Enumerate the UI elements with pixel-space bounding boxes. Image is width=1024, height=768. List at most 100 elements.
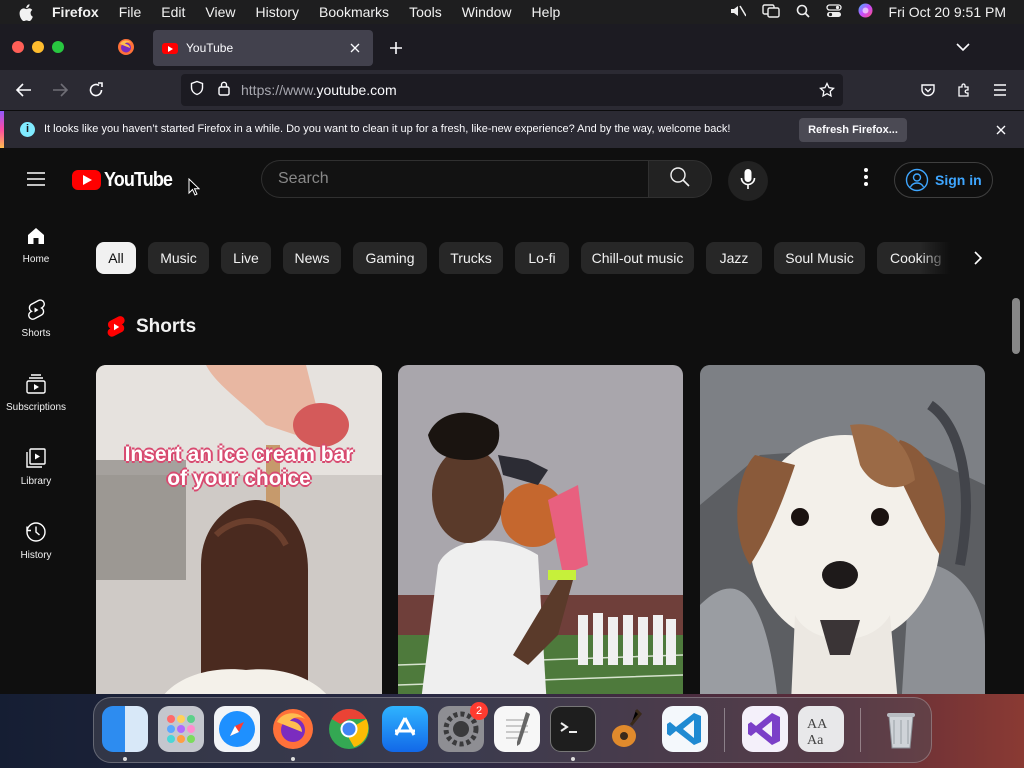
window-zoom-button[interactable] [52, 41, 64, 53]
dock-running-indicator [571, 757, 575, 761]
apple-menu-icon[interactable] [16, 2, 36, 22]
history-icon [24, 520, 48, 544]
tab-close-icon[interactable] [345, 38, 365, 58]
menu-file[interactable]: File [109, 0, 152, 24]
control-center-icon[interactable] [825, 3, 842, 21]
siri-icon[interactable] [858, 3, 873, 21]
chip-soul-music[interactable]: Soul Music [774, 242, 865, 274]
settings-more-button[interactable] [854, 167, 878, 191]
menubar-clock[interactable]: Fri Oct 20 9:51 PM [889, 4, 1006, 20]
dock-garageband-icon[interactable] [606, 706, 652, 752]
dock-launchpad-icon[interactable] [158, 706, 204, 752]
voice-search-button[interactable] [728, 161, 768, 201]
page-scrollbar[interactable] [1008, 148, 1024, 694]
dock-safari-icon[interactable] [214, 706, 260, 752]
dock-trash-icon[interactable] [878, 706, 924, 752]
home-icon [24, 224, 48, 248]
search-input[interactable] [262, 161, 648, 197]
chip-chill-out-music[interactable]: Chill-out music [581, 242, 694, 274]
screen: Firefox File Edit View History Bookmarks… [0, 0, 1024, 768]
chip-lofi[interactable]: Lo-fi [515, 242, 569, 274]
extensions-puzzle-icon[interactable] [954, 80, 974, 100]
app-menu-hamburger-icon[interactable] [990, 80, 1010, 100]
dock-firefox-icon[interactable] [270, 706, 316, 752]
list-all-tabs-chevron-icon[interactable] [954, 39, 972, 55]
dock-visual-studio-icon[interactable] [742, 706, 788, 752]
dock-vscode-icon[interactable] [662, 706, 708, 752]
lock-icon[interactable] [217, 80, 231, 101]
mute-icon[interactable] [730, 4, 747, 21]
sidebar-item-label: Shorts [21, 328, 51, 339]
shorts-logo-icon [106, 315, 126, 339]
dock-terminal-icon[interactable] [550, 706, 596, 752]
sidebar-item-shorts[interactable]: Shorts [0, 284, 72, 358]
dock-finder-icon[interactable] [102, 706, 148, 752]
menu-help[interactable]: Help [522, 0, 571, 24]
dock-font-book-icon[interactable]: AA Aa [798, 706, 844, 752]
reload-icon[interactable] [86, 80, 106, 100]
notification-close-icon[interactable] [994, 123, 1008, 137]
short-video-thumbnail[interactable]: Insert an ice cream bar of your choice [96, 365, 382, 694]
guide-menu-icon[interactable] [24, 167, 48, 191]
sign-in-label: Sign in [935, 172, 982, 188]
svg-text:AA: AA [807, 717, 828, 732]
youtube-play-logo-icon [72, 170, 101, 190]
back-arrow-icon[interactable] [14, 80, 34, 100]
chip-bar: All Music Live News Gaming Trucks Lo-fi … [96, 242, 996, 276]
url-text[interactable]: https://www.youtube.com [241, 82, 397, 98]
forward-arrow-icon[interactable] [50, 80, 70, 100]
bookmark-star-icon[interactable] [819, 81, 835, 103]
search-icon [669, 166, 691, 193]
menu-tools[interactable]: Tools [399, 0, 452, 24]
refresh-firefox-button[interactable]: Refresh Firefox... [799, 118, 907, 142]
dock-chrome-icon[interactable] [326, 706, 372, 752]
menu-view[interactable]: View [195, 0, 245, 24]
macos-menubar: Firefox File Edit View History Bookmarks… [0, 0, 1024, 24]
scrollbar-thumb[interactable] [1012, 298, 1020, 354]
youtube-logo[interactable]: YouTube [72, 168, 180, 192]
new-tab-icon[interactable] [386, 38, 406, 58]
chip-news[interactable]: News [283, 242, 341, 274]
sign-in-button[interactable]: Sign in [894, 162, 993, 198]
sidebar-item-label: Subscriptions [5, 402, 67, 413]
chip-gaming[interactable]: Gaming [353, 242, 427, 274]
dock-textedit-icon[interactable] [494, 706, 540, 752]
sidebar-item-home[interactable]: Home [0, 210, 72, 284]
youtube-masthead: YouTube Search Sign in [0, 148, 1024, 210]
short-video-thumbnail[interactable] [398, 365, 683, 694]
chip-all[interactable]: All [96, 242, 136, 274]
sidebar-item-library[interactable]: Library [0, 432, 72, 506]
pocket-icon[interactable] [918, 80, 938, 100]
spotlight-search-icon[interactable] [796, 4, 810, 21]
chip-next-chevron-icon[interactable] [966, 246, 990, 270]
navigation-toolbar: https://www.youtube.com [0, 70, 1024, 110]
sidebar-item-subscriptions[interactable]: Subscriptions [0, 358, 72, 432]
menu-history[interactable]: History [245, 0, 309, 24]
tracking-protection-shield-icon[interactable] [189, 80, 205, 101]
chip-live[interactable]: Live [221, 242, 271, 274]
dock-running-indicator [123, 757, 127, 761]
window-minimize-button[interactable] [32, 41, 44, 53]
shorts-shelf-title: Shorts [136, 316, 197, 337]
subscriptions-icon [24, 372, 48, 396]
menu-edit[interactable]: Edit [151, 0, 195, 24]
sidebar-item-label: History [20, 550, 52, 561]
address-bar[interactable]: https://www.youtube.com [181, 74, 843, 106]
menu-app-name[interactable]: Firefox [50, 0, 109, 24]
short-overlay-caption: Insert an ice cream bar of your choice [124, 443, 354, 490]
window-close-button[interactable] [12, 41, 24, 53]
firefox-view-icon[interactable] [117, 38, 135, 56]
chip-jazz[interactable]: Jazz [706, 242, 762, 274]
sidebar-item-history[interactable]: History [0, 506, 72, 580]
short-video-thumbnail[interactable] [700, 365, 985, 694]
menu-window[interactable]: Window [452, 0, 522, 24]
tab-youtube[interactable]: YouTube [153, 30, 373, 66]
chip-music[interactable]: Music [148, 242, 209, 274]
firefox-window: YouTube https://www.youtube.com i It loo… [0, 24, 1024, 694]
dock-app-store-icon[interactable] [382, 706, 428, 752]
chip-trucks[interactable]: Trucks [439, 242, 503, 274]
mouse-cursor-icon [188, 177, 201, 201]
menu-bookmarks[interactable]: Bookmarks [309, 0, 399, 24]
screen-mirroring-icon[interactable] [761, 3, 780, 21]
search-button[interactable] [648, 160, 712, 198]
